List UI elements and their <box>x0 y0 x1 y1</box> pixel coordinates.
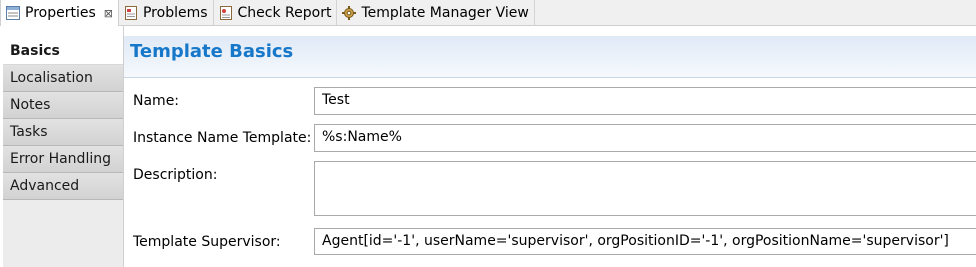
tab-properties[interactable]: Properties ⊠ <box>0 0 119 26</box>
problems-icon <box>123 5 139 21</box>
close-icon[interactable]: ⊠ <box>104 7 113 20</box>
section-title: Template Basics <box>130 41 294 62</box>
nav-item-notes[interactable]: Notes <box>3 92 123 119</box>
instance-name-template-field[interactable]: %s:Name% <box>314 124 976 152</box>
description-label: Description: <box>133 167 218 183</box>
nav-item-basics[interactable]: Basics <box>3 38 123 65</box>
template-supervisor-label: Template Supervisor: <box>133 234 281 250</box>
nav-item-tasks[interactable]: Tasks <box>3 119 123 146</box>
name-label: Name: <box>133 93 180 109</box>
properties-icon <box>5 5 21 21</box>
section-header: Template Basics <box>124 36 976 78</box>
template-supervisor-field[interactable]: Agent[id='-1', userName='supervisor', or… <box>314 228 976 255</box>
tab-check-report-label: Check Report <box>237 4 332 21</box>
nav-empty-area <box>3 200 123 267</box>
properties-view: Properties ⊠ Problems Check Report Templ… <box>0 0 976 267</box>
instance-name-template-label: Instance Name Template: <box>133 130 312 146</box>
section-content: Template Basics Name: Test Instance Name… <box>124 26 976 267</box>
tab-problems-label: Problems <box>142 4 208 21</box>
section-nav: Basics Localisation Notes Tasks Error Ha… <box>3 38 124 267</box>
view-tab-bar: Properties ⊠ Problems Check Report Templ… <box>0 0 976 26</box>
tab-template-manager-view[interactable]: Template Manager View <box>337 0 535 25</box>
tab-check-report[interactable]: Check Report <box>214 0 338 25</box>
gear-icon <box>341 5 357 21</box>
nav-item-error-handling[interactable]: Error Handling <box>3 146 123 173</box>
tab-problems[interactable]: Problems <box>119 0 214 25</box>
nav-item-localisation[interactable]: Localisation <box>3 65 123 92</box>
check-report-icon <box>218 5 234 21</box>
description-field[interactable] <box>314 161 976 216</box>
nav-item-advanced[interactable]: Advanced <box>3 173 123 200</box>
tab-properties-label: Properties <box>25 5 96 21</box>
tab-template-manager-view-label: Template Manager View <box>361 4 529 21</box>
name-field[interactable]: Test <box>314 87 976 115</box>
